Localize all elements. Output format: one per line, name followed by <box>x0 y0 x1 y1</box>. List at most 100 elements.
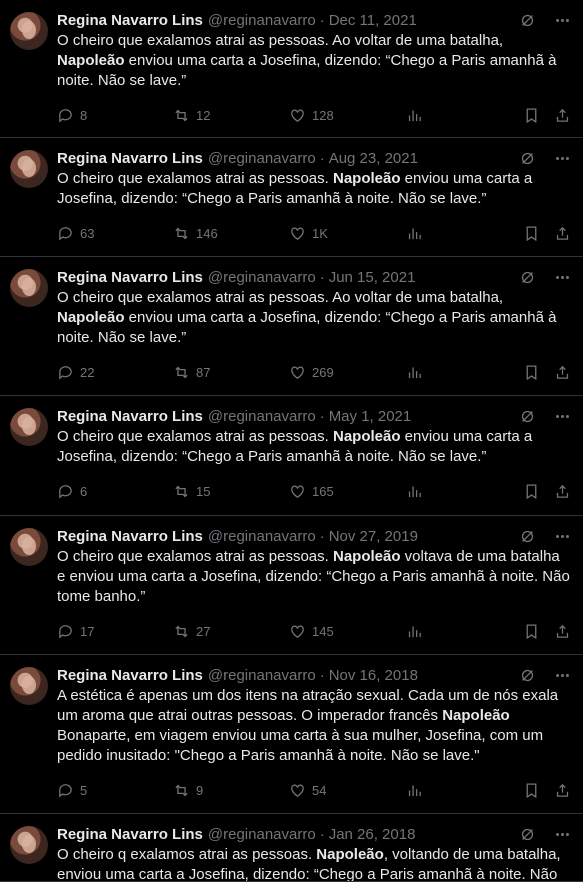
grok-icon[interactable] <box>519 408 536 425</box>
author-handle[interactable]: @reginanavarro <box>208 528 316 545</box>
retweet-button[interactable]: 15 <box>173 483 289 500</box>
reply-button[interactable]: 17 <box>57 623 173 640</box>
tweet-text: A estética é apenas um dos itens na atra… <box>57 687 559 764</box>
bookmark-icon[interactable] <box>523 782 540 799</box>
author-handle[interactable]: @reginanavarro <box>208 150 316 167</box>
author-name[interactable]: Regina Navarro Lins <box>57 826 203 843</box>
grok-icon[interactable] <box>519 12 536 29</box>
author-name[interactable]: Regina Navarro Lins <box>57 528 203 545</box>
bookmark-icon[interactable] <box>523 364 540 381</box>
tweet-text: O cheiro q exalamos atrai as pessoas. Na… <box>57 846 561 882</box>
retweet-button[interactable]: 87 <box>173 364 289 381</box>
bookmark-icon[interactable] <box>523 225 540 242</box>
avatar[interactable] <box>10 667 48 705</box>
retweet-button[interactable]: 27 <box>173 623 289 640</box>
grok-icon[interactable] <box>519 150 536 167</box>
tweet[interactable]: Regina Navarro Lins @reginanavarro · Nov… <box>0 516 583 655</box>
avatar[interactable] <box>10 150 48 188</box>
bookmark-icon[interactable] <box>523 107 540 124</box>
retweet-button[interactable]: 12 <box>173 107 289 124</box>
more-icon[interactable] <box>554 12 571 29</box>
tweet-date[interactable]: Dec 11, 2021 <box>329 12 417 29</box>
share-icon[interactable] <box>554 225 571 242</box>
author-name[interactable]: Regina Navarro Lins <box>57 269 203 286</box>
views-button[interactable] <box>406 364 523 381</box>
bookmark-icon[interactable] <box>523 483 540 500</box>
tweet-date[interactable]: Nov 16, 2018 <box>329 667 418 684</box>
bookmark-icon[interactable] <box>523 623 540 640</box>
retweet-count: 146 <box>196 225 218 241</box>
share-icon[interactable] <box>554 483 571 500</box>
grok-icon[interactable] <box>519 269 536 286</box>
share-icon[interactable] <box>554 364 571 381</box>
avatar[interactable] <box>10 826 48 864</box>
like-count: 269 <box>312 364 334 380</box>
tweet-date[interactable]: Jan 26, 2018 <box>329 826 416 843</box>
retweet-button[interactable]: 9 <box>173 782 289 799</box>
tweet[interactable]: Regina Navarro Lins @reginanavarro · Nov… <box>0 655 583 814</box>
secondary-actions <box>523 225 571 242</box>
separator-dot: · <box>319 527 325 545</box>
share-icon[interactable] <box>554 623 571 640</box>
author-handle[interactable]: @reginanavarro <box>208 667 316 684</box>
tweet-header: Regina Navarro Lins @reginanavarro · Nov… <box>57 665 571 685</box>
tweet-text: O cheiro que exalamos atrai as pessoas. … <box>57 428 533 465</box>
views-button[interactable] <box>406 623 523 640</box>
author-name[interactable]: Regina Navarro Lins <box>57 408 203 425</box>
author-handle[interactable]: @reginanavarro <box>208 826 316 843</box>
like-button[interactable]: 165 <box>289 483 406 500</box>
tweet[interactable]: Regina Navarro Lins @reginanavarro · Jan… <box>0 814 583 882</box>
tweet[interactable]: Regina Navarro Lins @reginanavarro · Aug… <box>0 138 583 257</box>
like-button[interactable]: 128 <box>289 107 406 124</box>
grok-icon[interactable] <box>519 826 536 843</box>
more-icon[interactable] <box>554 826 571 843</box>
tweet-actions: 8 12 128 <box>57 105 571 125</box>
more-icon[interactable] <box>554 408 571 425</box>
retweet-count: 87 <box>196 364 211 380</box>
more-icon[interactable] <box>554 528 571 545</box>
avatar[interactable] <box>10 408 48 446</box>
author-handle[interactable]: @reginanavarro <box>208 269 316 286</box>
reply-button[interactable]: 5 <box>57 782 173 799</box>
author-name[interactable]: Regina Navarro Lins <box>57 667 203 684</box>
share-icon[interactable] <box>554 782 571 799</box>
secondary-actions <box>523 107 571 124</box>
tweet[interactable]: Regina Navarro Lins @reginanavarro · Jun… <box>0 257 583 396</box>
retweet-button[interactable]: 146 <box>173 225 289 242</box>
tweet[interactable]: Regina Navarro Lins @reginanavarro · Dec… <box>0 0 583 138</box>
views-button[interactable] <box>406 483 523 500</box>
tweet-date[interactable]: May 1, 2021 <box>329 408 412 425</box>
reply-button[interactable]: 6 <box>57 483 173 500</box>
more-icon[interactable] <box>554 269 571 286</box>
avatar[interactable] <box>10 528 48 566</box>
like-button[interactable]: 269 <box>289 364 406 381</box>
more-icon[interactable] <box>554 667 571 684</box>
views-button[interactable] <box>406 225 523 242</box>
tweet-date[interactable]: Nov 27, 2019 <box>329 528 418 545</box>
like-button[interactable]: 145 <box>289 623 406 640</box>
grok-icon[interactable] <box>519 667 536 684</box>
views-button[interactable] <box>406 107 523 124</box>
grok-icon[interactable] <box>519 528 536 545</box>
like-button[interactable]: 1K <box>289 225 406 242</box>
avatar[interactable] <box>10 269 48 307</box>
reply-count: 5 <box>80 782 88 798</box>
avatar[interactable] <box>10 12 48 50</box>
author-name[interactable]: Regina Navarro Lins <box>57 12 203 29</box>
author-name[interactable]: Regina Navarro Lins <box>57 150 203 167</box>
like-button[interactable]: 54 <box>289 782 406 799</box>
share-icon[interactable] <box>554 107 571 124</box>
reply-button[interactable]: 8 <box>57 107 173 124</box>
secondary-actions <box>523 623 571 640</box>
tweet[interactable]: Regina Navarro Lins @reginanavarro · May… <box>0 396 583 516</box>
reply-button[interactable]: 22 <box>57 364 173 381</box>
like-count: 128 <box>312 107 334 123</box>
separator-dot: · <box>319 407 325 425</box>
tweet-date[interactable]: Jun 15, 2021 <box>329 269 416 286</box>
more-icon[interactable] <box>554 150 571 167</box>
tweet-date[interactable]: Aug 23, 2021 <box>329 150 418 167</box>
author-handle[interactable]: @reginanavarro <box>208 408 316 425</box>
author-handle[interactable]: @reginanavarro <box>208 12 316 29</box>
views-button[interactable] <box>406 782 523 799</box>
reply-button[interactable]: 63 <box>57 225 173 242</box>
